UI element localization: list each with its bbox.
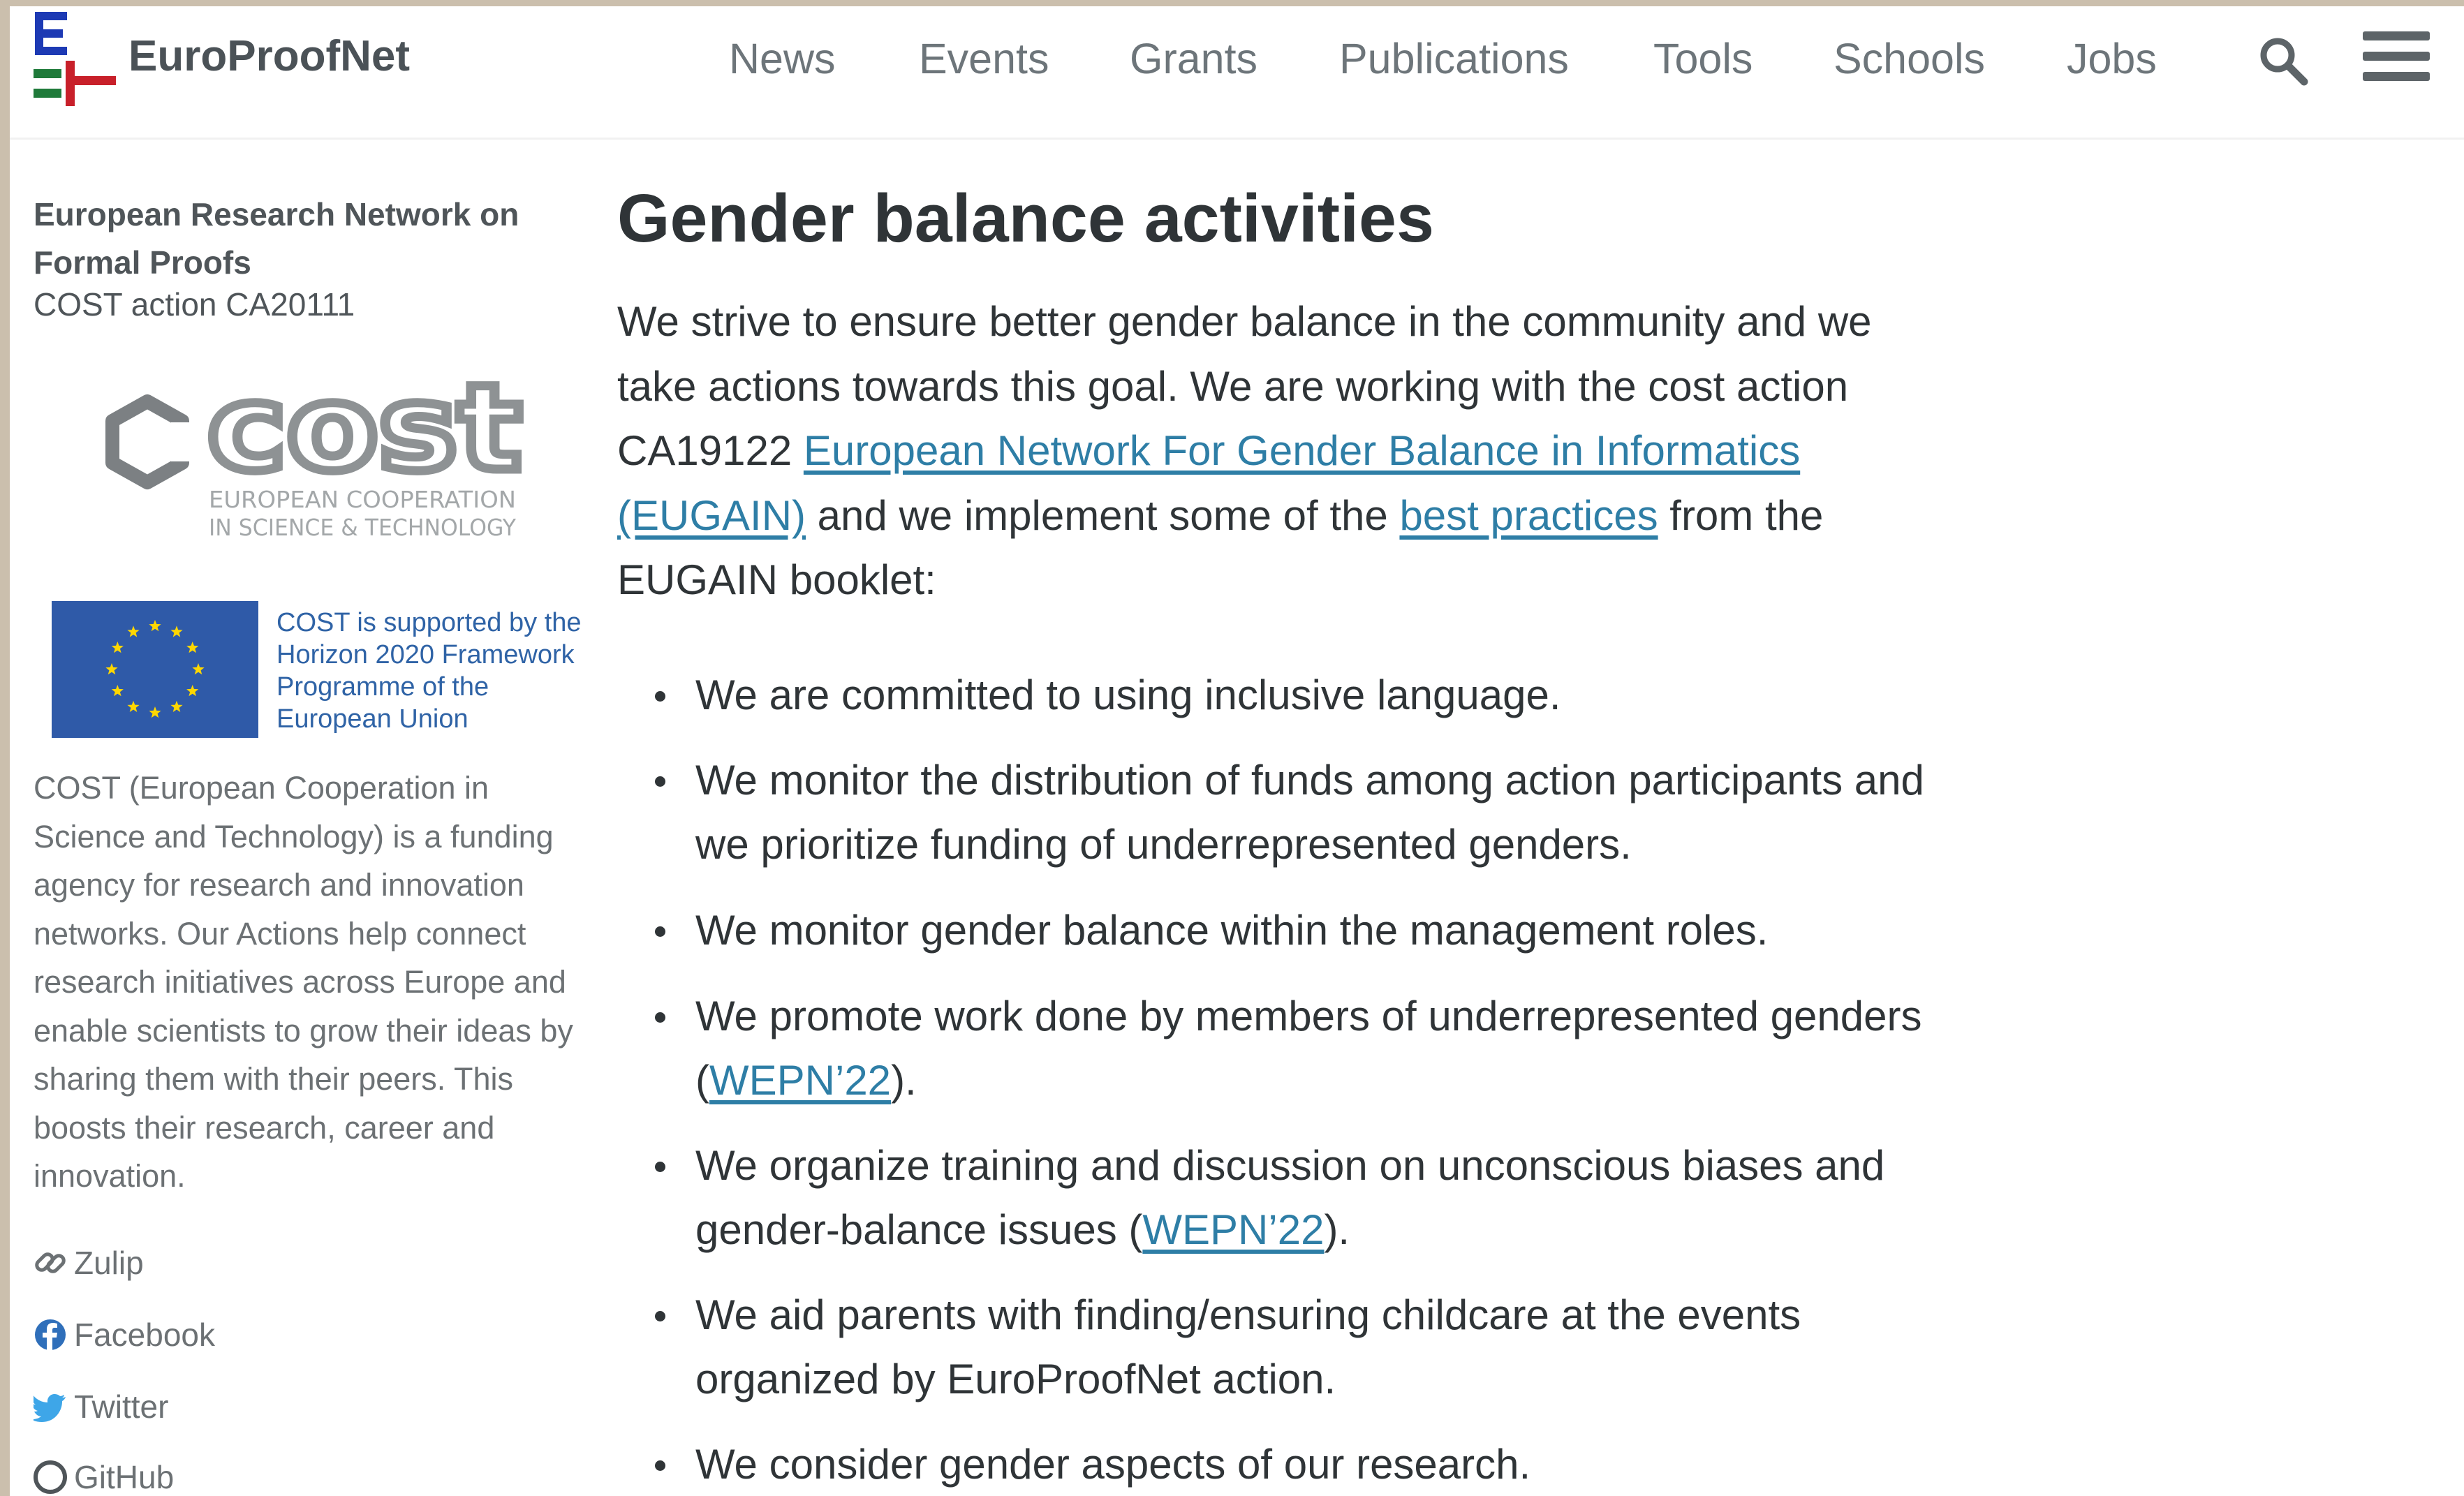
nav-grants[interactable]: Grants: [1130, 34, 1257, 83]
wepn22-link[interactable]: WEPN’22: [1142, 1206, 1324, 1253]
cost-logo-line2: IN SCIENCE & TECHNOLOGY: [209, 514, 517, 541]
page-title: Gender balance activities: [617, 180, 1434, 256]
intro-paragraph: We strive to ensure better gender balanc…: [617, 290, 1881, 613]
wepn22-link[interactable]: WEPN’22: [709, 1057, 891, 1104]
list-item: We are committed to using inclusive lang…: [655, 663, 1938, 727]
hamburger-menu-icon[interactable]: [2363, 27, 2430, 86]
nav-jobs[interactable]: Jobs: [2067, 34, 2157, 83]
best-practices-link[interactable]: best practices: [1399, 492, 1658, 539]
browser-page: EuroProofNet News Events Grants Publicat…: [10, 6, 2464, 1496]
twitter-icon: [34, 1394, 66, 1422]
zulip-link-label: Zulip: [74, 1245, 144, 1281]
list-item: We monitor gender balance within the man…: [655, 898, 1938, 963]
cost-logo-word: cost: [207, 380, 522, 498]
list-item: We promote work done by members of under…: [655, 984, 1938, 1113]
nav-publications[interactable]: Publications: [1339, 34, 1569, 83]
facebook-link[interactable]: Facebook: [34, 1316, 215, 1354]
cost-description: COST (European Cooperation in Science an…: [34, 770, 573, 1194]
facebook-link-label: Facebook: [74, 1317, 216, 1353]
top-nav-bar: EuroProofNet News Events Grants Publicat…: [10, 6, 2464, 140]
search-icon[interactable]: [2257, 34, 2310, 87]
cost-action-id: COST action CA20111: [34, 286, 355, 323]
network-title: European Research Network on Formal Proo…: [34, 196, 519, 281]
facebook-icon: [35, 1319, 66, 1350]
github-link-label: GitHub: [74, 1459, 175, 1495]
europroofnet-logo-icon[interactable]: [34, 12, 117, 106]
zulip-link[interactable]: Zulip: [34, 1244, 144, 1282]
github-icon: [34, 1460, 67, 1494]
github-link[interactable]: GitHub: [34, 1458, 174, 1496]
nav-tools[interactable]: Tools: [1653, 34, 1753, 83]
sidebar: European Research Network on Formal Proo…: [10, 138, 596, 1496]
list-item: We aid parents with finding/ensuring chi…: [655, 1283, 1938, 1412]
cost-logo[interactable]: cost EUROPEAN COOPERATION IN SCIENCE & T…: [97, 380, 530, 542]
cost-logo-line1: EUROPEAN COOPERATION: [209, 486, 516, 513]
link-icon: [35, 1252, 66, 1273]
twitter-link[interactable]: Twitter: [34, 1388, 168, 1425]
nav-news[interactable]: News: [729, 34, 836, 83]
nav-schools[interactable]: Schools: [1834, 34, 1985, 83]
horizon-2020-note: COST is supported by the Horizon 2020 Fr…: [276, 608, 582, 734]
intro-text-2: and we implement some of the: [806, 491, 1400, 539]
eu-flag-icon: [52, 601, 258, 738]
twitter-link-label: Twitter: [74, 1388, 169, 1425]
nav-events[interactable]: Events: [919, 34, 1049, 83]
list-item: We consider gender aspects of our resear…: [655, 1432, 1938, 1496]
list-item: We organize training and discussion on u…: [655, 1134, 1938, 1262]
brand-name[interactable]: EuroProofNet: [128, 31, 410, 81]
list-item: We monitor the distribution of funds amo…: [655, 748, 1938, 877]
